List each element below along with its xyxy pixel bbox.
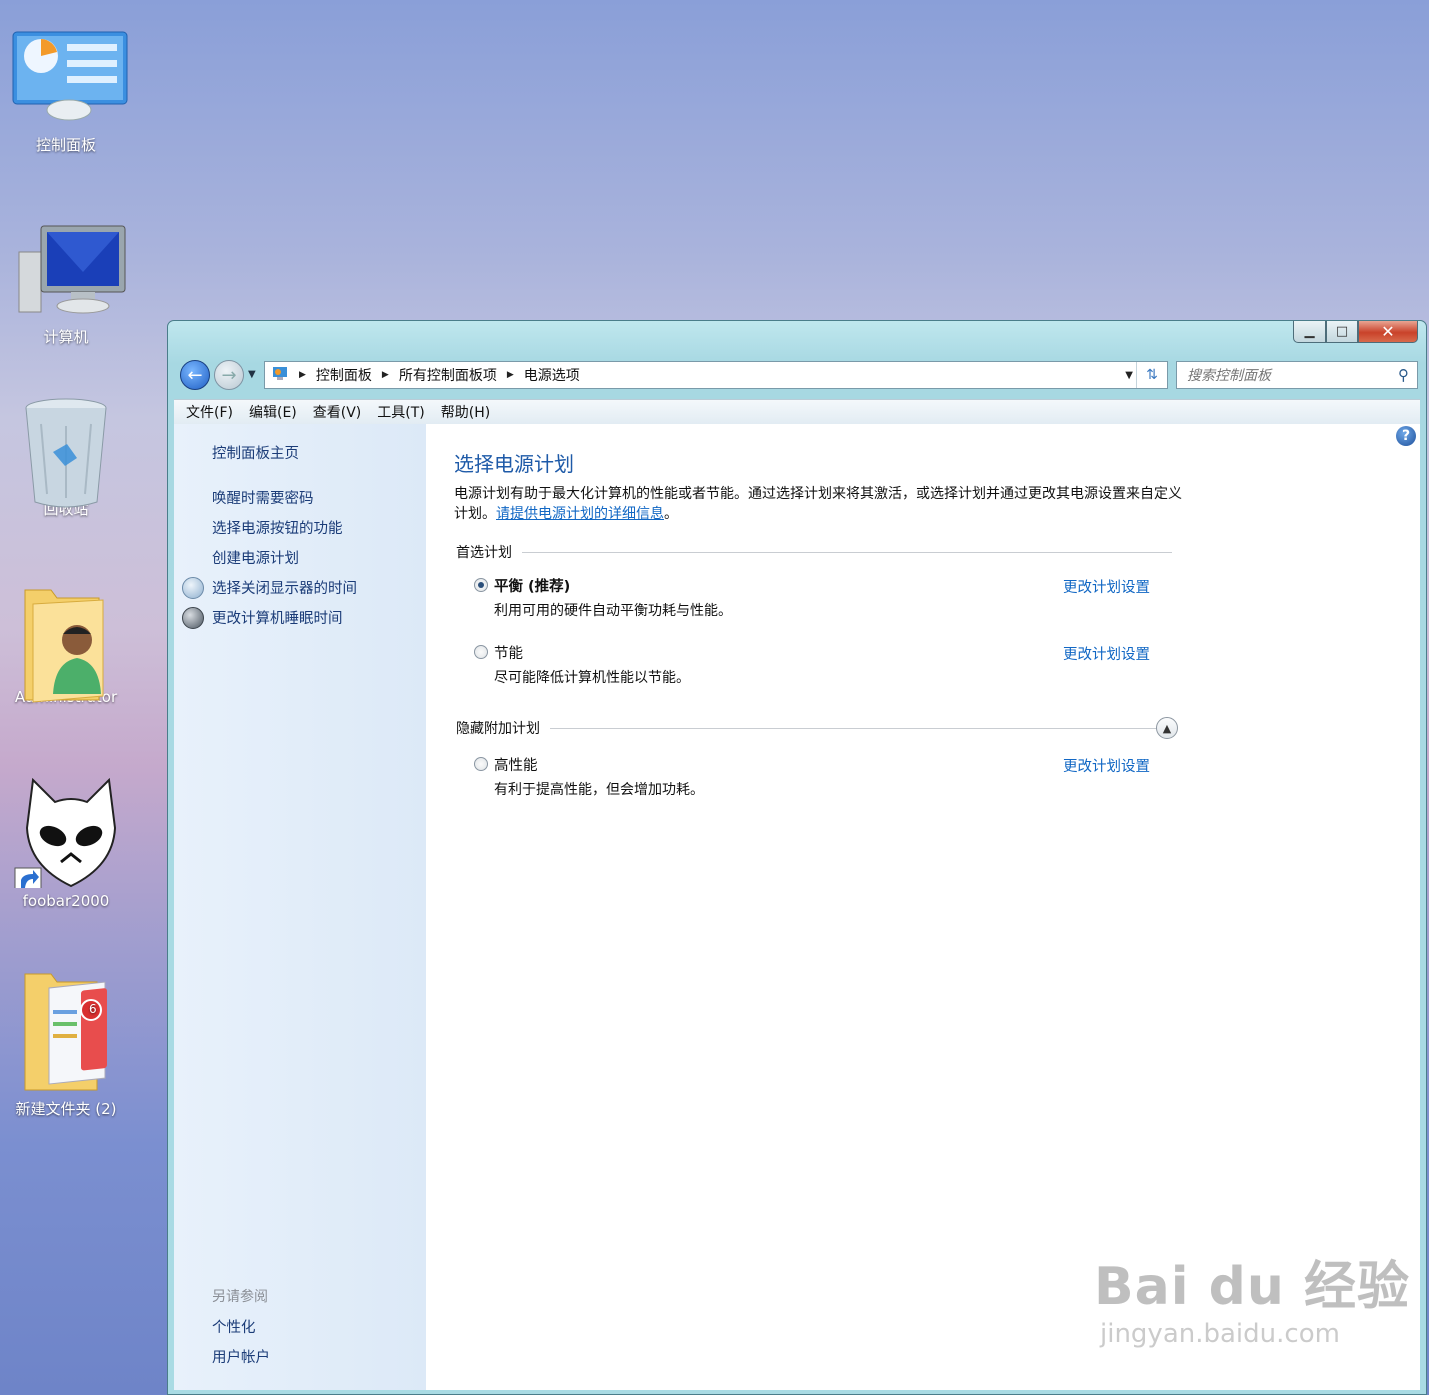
see-also-heading: 另请参阅 [212, 1289, 268, 1305]
maximize-button[interactable]: □ [1326, 321, 1358, 343]
display-clock-icon [182, 577, 204, 599]
sidebar-link-display-off-time[interactable]: 选择关闭显示器的时间 [212, 577, 357, 598]
breadcrumb-item-power-options[interactable]: 电源选项 [524, 365, 580, 385]
address-bar[interactable]: ▶ 控制面板 ▶ 所有控制面板项 ▶ 电源选项 ▼ ⇅ [264, 361, 1168, 389]
page-title: 选择电源计划 [454, 452, 574, 476]
minimize-button[interactable]: ▁ [1293, 321, 1326, 343]
close-button[interactable]: ✕ [1358, 321, 1418, 343]
task-pane: 控制面板主页 唤醒时需要密码 选择电源按钮的功能 创建电源计划 选择关闭显示器的… [174, 424, 426, 1390]
plan-high-performance-name[interactable]: 高性能 [494, 754, 538, 775]
menu-bar: 文件(F) 编辑(E) 查看(V) 工具(T) 帮助(H) [174, 399, 1420, 425]
breadcrumb-item-control-panel[interactable]: 控制面板 [316, 365, 372, 385]
sidebar-link-sleep-time[interactable]: 更改计算机睡眠时间 [212, 607, 343, 628]
collapse-chevron-up-icon[interactable]: ▲ [1156, 717, 1178, 739]
navigation-bar: ← → ▼ ▶ 控制面板 ▶ 所有控制面板项 ▶ 电源选项 ▼ ⇅ ⚲ [178, 359, 1418, 393]
hidden-plans-group: 隐藏附加计划 ▲ [456, 717, 1178, 739]
computer-icon [11, 222, 126, 322]
recent-pages-dropdown[interactable]: ▼ [248, 369, 256, 380]
plan-balanced-radio[interactable] [474, 578, 488, 592]
desktop-icon-label: 控制面板 [35, 136, 96, 154]
plan-high-performance-radio[interactable] [474, 757, 488, 771]
foobar-alien-icon [11, 777, 121, 895]
sidebar-link-wake-password[interactable]: 唤醒时需要密码 [212, 487, 314, 508]
plan-power-saver-radio[interactable] [474, 645, 488, 659]
moon-sleep-icon [182, 607, 204, 629]
breadcrumb-separator-icon: ▶ [506, 370, 514, 380]
preferred-plans-label: 首选计划 [456, 542, 522, 562]
breadcrumb-separator-icon: ▶ [381, 370, 389, 380]
sidebar-link-control-panel-home[interactable]: 控制面板主页 [212, 442, 299, 463]
watermark-brand: Bai du 经验 [1094, 1257, 1410, 1317]
sidebar-link-user-accounts[interactable]: 用户帐户 [212, 1346, 270, 1367]
breadcrumb-item-all-items[interactable]: 所有控制面板项 [399, 365, 497, 385]
refresh-icon: ⇅ [1146, 367, 1158, 383]
description-end: 。 [664, 506, 678, 522]
notification-badge: 6 [89, 1002, 97, 1016]
desktop-icon-label: 新建文件夹 (2) [15, 1100, 117, 1118]
plan-balanced-name[interactable]: 平衡 (推荐) [494, 575, 570, 596]
desktop-icon-control-panel[interactable]: 控制面板 [0, 30, 132, 155]
breadcrumb-separator-icon: ▶ [299, 370, 306, 380]
desktop-icon-recycle-bin[interactable]: 回收站 [0, 394, 132, 519]
power-options-window: ▁ □ ✕ ← → ▼ ▶ 控制面板 ▶ 所有控制面板项 ▶ 电源选项 ▼ ⇅ … [167, 320, 1427, 1395]
group-divider [456, 552, 1172, 553]
sidebar-link-power-buttons[interactable]: 选择电源按钮的功能 [212, 517, 343, 538]
desktop-icon-foobar2000[interactable]: foobar2000 [0, 777, 132, 910]
recycle-bin-icon [11, 394, 121, 508]
desktop-icon-computer[interactable]: 计算机 [0, 222, 132, 347]
folder-icon: 6 [11, 970, 121, 1094]
baidu-watermark: Bai du 经验 jingyan.baidu.com [1094, 1244, 1410, 1349]
plan-power-saver-desc: 尽可能降低计算机性能以节能。 [494, 670, 690, 686]
desktop-icon-new-folder[interactable]: 6 新建文件夹 (2) [0, 970, 132, 1119]
preferred-plans-group: 首选计划 [456, 542, 1172, 562]
search-icon[interactable]: ⚲ [1398, 366, 1409, 384]
plan-high-performance-change-settings[interactable]: 更改计划设置 [1063, 755, 1150, 776]
user-folder-icon [11, 584, 121, 703]
plan-power-saver-name[interactable]: 节能 [494, 642, 523, 663]
desktop-icon-label: 计算机 [43, 328, 89, 346]
plan-balanced-desc: 利用可用的硬件自动平衡功耗与性能。 [494, 603, 732, 619]
address-dropdown-icon[interactable]: ▼ [1125, 370, 1133, 381]
sidebar-link-create-plan[interactable]: 创建电源计划 [212, 547, 299, 568]
plan-power-saver-change-settings[interactable]: 更改计划设置 [1063, 643, 1150, 664]
back-button[interactable]: ← [180, 360, 210, 390]
arrow-left-icon: ← [187, 364, 203, 386]
desktop-icon-label: foobar2000 [22, 892, 110, 910]
menu-file[interactable]: 文件(F) [174, 402, 241, 422]
content-area: 控制面板主页 唤醒时需要密码 选择电源按钮的功能 创建电源计划 选择关闭显示器的… [174, 424, 1420, 1390]
group-divider [456, 728, 1172, 729]
plan-balanced-change-settings[interactable]: 更改计划设置 [1063, 576, 1150, 597]
desktop-icon-administrator[interactable]: Administrator [0, 584, 132, 706]
plan-details-link[interactable]: 请提供电源计划的详细信息 [496, 506, 664, 522]
search-input[interactable] [1185, 363, 1389, 389]
window-controls: ▁ □ ✕ [1293, 321, 1418, 343]
sidebar-link-personalization[interactable]: 个性化 [212, 1316, 256, 1337]
control-panel-icon [11, 30, 128, 130]
breadcrumb: ▶ 控制面板 ▶ 所有控制面板项 ▶ 电源选项 [265, 364, 580, 386]
watermark-url: jingyan.baidu.com [1100, 1319, 1340, 1349]
refresh-button[interactable]: ⇅ [1136, 362, 1167, 388]
hidden-plans-label: 隐藏附加计划 [456, 718, 550, 738]
plan-high-performance-desc: 有利于提高性能，但会增加功耗。 [494, 782, 704, 798]
help-button[interactable]: ? [1396, 426, 1416, 446]
menu-edit[interactable]: 编辑(E) [241, 402, 305, 422]
page-description: 电源计划有助于最大化计算机的性能或者节能。通过选择计划来将其激活，或选择计划并通… [454, 484, 1194, 524]
forward-button[interactable]: → [214, 360, 244, 390]
control-panel-small-icon [271, 364, 289, 386]
arrow-right-icon: → [221, 364, 237, 386]
menu-view[interactable]: 查看(V) [305, 402, 370, 422]
search-box: ⚲ [1176, 361, 1418, 389]
menu-tools[interactable]: 工具(T) [369, 402, 432, 422]
menu-help[interactable]: 帮助(H) [433, 402, 498, 422]
